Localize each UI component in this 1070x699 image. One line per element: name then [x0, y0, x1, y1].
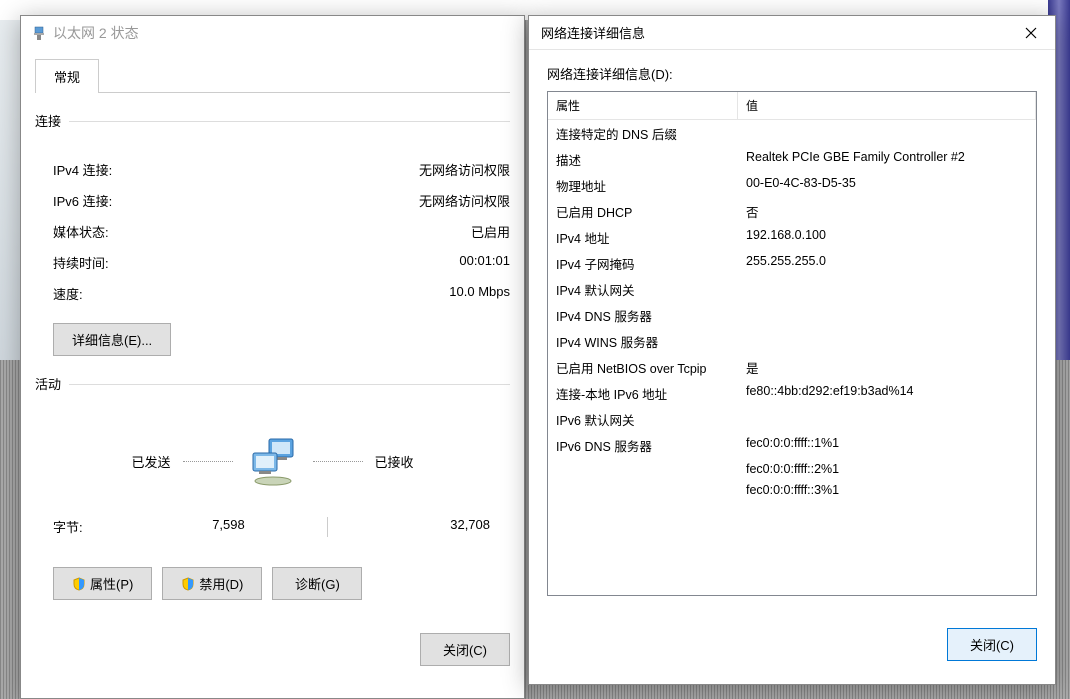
property-cell: 描述 [548, 149, 738, 170]
ethernet-status-dialog: 以太网 2 状态 常规 连接 IPv4 连接: 无网络访问权限 IPv6 连接:… [20, 15, 525, 699]
computers-icon [245, 433, 301, 489]
shield-icon [181, 577, 195, 591]
value-cell: fec0:0:0:ffff::1%1 [738, 435, 1036, 456]
properties-button[interactable]: 属性(P) [53, 567, 152, 600]
ipv4-conn-value: 无网络访问权限 [419, 160, 510, 179]
close-icon[interactable] [1007, 17, 1055, 49]
diagnose-button[interactable]: 诊断(G) [272, 567, 362, 600]
property-cell: 已启用 NetBIOS over Tcpip [548, 357, 738, 378]
sent-label: 已发送 [131, 452, 170, 471]
shield-icon [72, 577, 86, 591]
list-item[interactable]: IPv6 默认网关 [548, 406, 1036, 432]
property-cell: IPv4 默认网关 [548, 279, 738, 300]
property-cell [548, 482, 738, 498]
list-item[interactable]: fec0:0:0:ffff::2%1 [548, 458, 1036, 479]
property-cell: IPv6 DNS 服务器 [548, 435, 738, 456]
value-cell: 是 [738, 357, 1036, 378]
property-cell: 已启用 DHCP [548, 201, 738, 222]
activity-line [313, 461, 363, 462]
network-details-dialog: 网络连接详细信息 网络连接详细信息(D): 属性 值 连接特定的 DNS 后缀描… [528, 15, 1056, 685]
section-activity-label: 活动 [35, 374, 61, 393]
speed-label: 速度: [53, 284, 83, 303]
duration-value: 00:01:01 [459, 253, 510, 272]
details-heading: 网络连接详细信息(D): [547, 64, 1037, 83]
value-cell: 00-E0-4C-83-D5-35 [738, 175, 1036, 196]
list-item[interactable]: 连接-本地 IPv6 地址fe80::4bb:d292:ef19:b3ad%14 [548, 380, 1036, 406]
list-item[interactable]: 描述Realtek PCIe GBE Family Controller #2 [548, 146, 1036, 172]
list-item[interactable]: 连接特定的 DNS 后缀 [548, 120, 1036, 146]
network-adapter-icon [31, 25, 47, 41]
media-state-label: 媒体状态: [53, 222, 109, 241]
col-value[interactable]: 值 [738, 92, 1036, 119]
property-cell: IPv4 地址 [548, 227, 738, 248]
value-cell [738, 409, 1036, 430]
list-item[interactable]: 已启用 DHCP否 [548, 198, 1036, 224]
disable-button[interactable]: 禁用(D) [162, 567, 262, 600]
details-close-button[interactable]: 关闭(C) [947, 628, 1037, 661]
ipv6-conn-value: 无网络访问权限 [419, 191, 510, 210]
list-item[interactable]: IPv4 默认网关 [548, 276, 1036, 302]
section-connection-label: 连接 [35, 111, 61, 130]
property-cell: IPv4 子网掩码 [548, 253, 738, 274]
list-item[interactable]: IPv4 地址192.168.0.100 [548, 224, 1036, 250]
list-item[interactable]: IPv6 DNS 服务器fec0:0:0:ffff::1%1 [548, 432, 1036, 458]
list-item[interactable]: 物理地址00-E0-4C-83-D5-35 [548, 172, 1036, 198]
property-cell: 连接-本地 IPv6 地址 [548, 383, 738, 404]
list-item[interactable]: IPv4 WINS 服务器 [548, 328, 1036, 354]
tab-strip: 常规 [35, 58, 510, 93]
value-cell: 255.255.255.0 [738, 253, 1036, 274]
disable-label: 禁用(D) [199, 577, 243, 592]
details-list[interactable]: 属性 值 连接特定的 DNS 后缀描述Realtek PCIe GBE Fami… [547, 91, 1037, 596]
col-property[interactable]: 属性 [548, 92, 738, 119]
grid-header: 属性 值 [548, 92, 1036, 120]
value-cell: fe80::4bb:d292:ef19:b3ad%14 [738, 383, 1036, 404]
value-cell: Realtek PCIe GBE Family Controller #2 [738, 149, 1036, 170]
value-cell [738, 331, 1036, 352]
bytes-sent-value: 7,598 [165, 517, 245, 537]
divider [69, 121, 510, 122]
list-item[interactable]: fec0:0:0:ffff::3%1 [548, 479, 1036, 500]
activity-line [183, 461, 233, 462]
media-state-value: 已启用 [471, 222, 510, 241]
activity-diagram: 已发送 已接收 [35, 417, 510, 499]
ipv6-conn-label: IPv6 连接: [53, 191, 112, 210]
status-title: 以太网 2 状态 [53, 23, 139, 43]
property-cell: IPv4 WINS 服务器 [548, 331, 738, 352]
status-titlebar[interactable]: 以太网 2 状态 [21, 16, 524, 50]
property-cell [548, 461, 738, 477]
bg-left [0, 20, 22, 360]
details-title: 网络连接详细信息 [541, 23, 645, 42]
list-item[interactable]: IPv4 子网掩码255.255.255.0 [548, 250, 1036, 276]
ipv4-conn-label: IPv4 连接: [53, 160, 112, 179]
status-close-button[interactable]: 关闭(C) [420, 633, 510, 666]
divider [69, 384, 510, 385]
value-cell: fec0:0:0:ffff::2%1 [738, 461, 1036, 477]
received-label: 已接收 [375, 452, 414, 471]
tab-general[interactable]: 常规 [35, 59, 99, 93]
list-item[interactable]: IPv4 DNS 服务器 [548, 302, 1036, 328]
bytes-label: 字节: [53, 517, 83, 537]
property-cell: IPv4 DNS 服务器 [548, 305, 738, 326]
value-cell: 否 [738, 201, 1036, 222]
value-cell [738, 279, 1036, 300]
bytes-received-value: 32,708 [410, 517, 490, 537]
duration-label: 持续时间: [53, 253, 109, 272]
property-cell: 连接特定的 DNS 后缀 [548, 123, 738, 144]
property-cell: 物理地址 [548, 175, 738, 196]
value-cell: 192.168.0.100 [738, 227, 1036, 248]
property-cell: IPv6 默认网关 [548, 409, 738, 430]
list-item[interactable]: 已启用 NetBIOS over Tcpip是 [548, 354, 1036, 380]
speed-value: 10.0 Mbps [449, 284, 510, 303]
details-button[interactable]: 详细信息(E)... [53, 323, 171, 356]
properties-label: 属性(P) [90, 577, 133, 592]
stat-divider [327, 517, 328, 537]
details-titlebar[interactable]: 网络连接详细信息 [529, 16, 1055, 50]
value-cell: fec0:0:0:ffff::3%1 [738, 482, 1036, 498]
value-cell [738, 123, 1036, 144]
value-cell [738, 305, 1036, 326]
